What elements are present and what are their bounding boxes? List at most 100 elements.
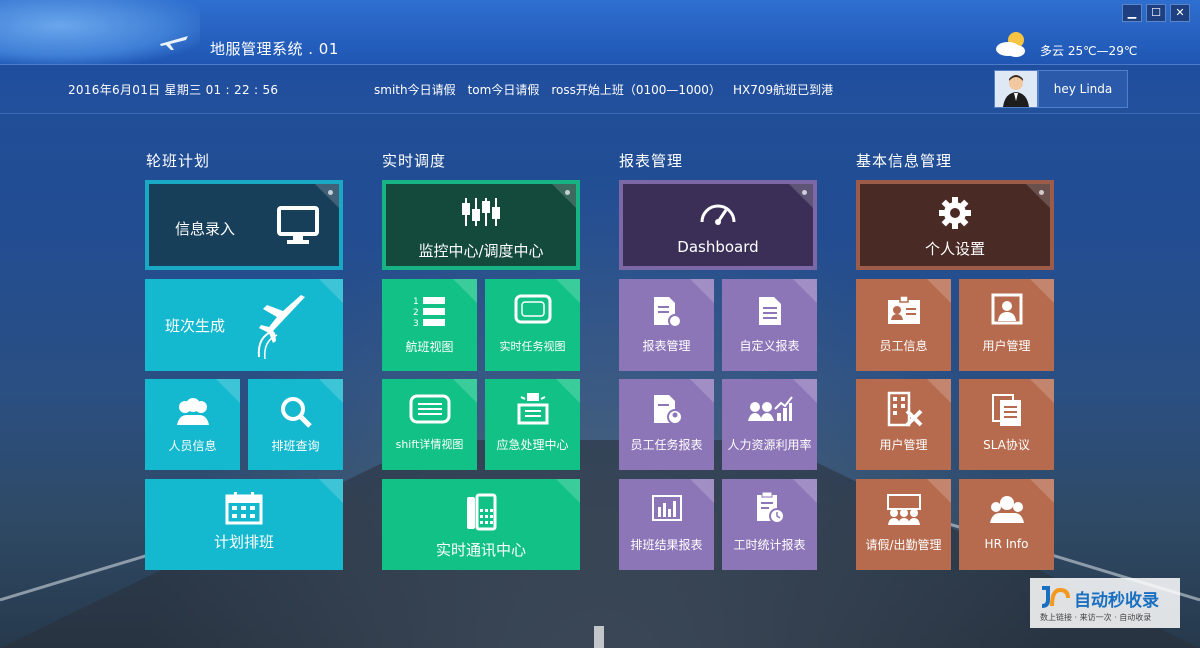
section-title-basic-info: 基本信息管理 [856, 152, 953, 170]
notice-ticker: smith今日请假 tom今日请假 ross开始上班（0100—1000） HX… [374, 81, 833, 98]
id-card-icon [887, 295, 920, 324]
tile-report-mgmt[interactable]: 报表管理 [619, 279, 714, 371]
section-title-shift-plan: 轮班计划 [146, 152, 211, 170]
tile-hours-report[interactable]: 工时统计报表 [722, 479, 817, 570]
svg-text:1: 1 [413, 297, 419, 307]
monitor-icon [277, 206, 319, 244]
documents-icon [991, 394, 1021, 426]
tile-hr-usage[interactable]: 人力资源利用率 [722, 379, 817, 470]
tile-plan-schedule[interactable]: 计划排班 [145, 479, 343, 570]
tile-personal-settings[interactable]: 个人设置 [856, 180, 1054, 270]
tile-label: 人力资源利用率 [727, 438, 812, 452]
weather-widget: 多云 25℃—29℃ [992, 28, 1137, 59]
notice-item: HX709航班已到港 [732, 83, 834, 97]
tile-label: 信息录入 [175, 220, 236, 238]
tile-label: 报表管理 [642, 339, 691, 353]
users-icon [176, 398, 209, 425]
tile-label: 计划排班 [213, 533, 274, 551]
tile-task-view[interactable]: 实时任务视图 [485, 279, 580, 371]
document-icon [758, 297, 781, 325]
gear-icon [939, 197, 971, 229]
tile-flight-view[interactable]: 1 2 3 航班视图 [382, 279, 477, 371]
tile-label: 个人设置 [924, 240, 985, 258]
tile-dot [1039, 190, 1044, 195]
tile-label: Dashboard [677, 238, 759, 256]
tile-employee-info[interactable]: 员工信息 [856, 279, 951, 371]
tile-staff-info[interactable]: 人员信息 [145, 379, 240, 470]
minimize-button[interactable]: ▁ [1122, 4, 1142, 22]
tile-shift-result-report[interactable]: 排班结果报表 [619, 479, 714, 570]
calendar-icon [225, 492, 263, 525]
title-bar: 地服管理系统 . 01 ▁ ☐ ✕ 多云 25℃—29℃ [0, 0, 1200, 64]
tile-label: 实时任务视图 [499, 340, 566, 353]
tile-label: 航班视图 [405, 340, 454, 354]
tile-user-mgmt-2[interactable]: 用户管理 [856, 379, 951, 470]
tile-dot [802, 190, 807, 195]
avatar[interactable] [994, 70, 1038, 108]
section-title-reports: 报表管理 [619, 152, 684, 170]
tile-staff-task-report[interactable]: 员工任务报表 [619, 379, 714, 470]
tile-label: 员工信息 [879, 339, 928, 353]
tile-info-entry[interactable]: 信息录入 [145, 180, 343, 270]
svg-text:3: 3 [413, 319, 419, 327]
tile-label: 用户管理 [982, 339, 1031, 353]
partly-cloudy-icon [996, 31, 1025, 57]
tile-sla[interactable]: SLA协议 [959, 379, 1054, 470]
tile-emergency[interactable]: 应急处理中心 [485, 379, 580, 470]
window-controls: ▁ ☐ ✕ [1122, 4, 1190, 22]
tile-monitor-center[interactable]: 监控中心/调度中心 [382, 180, 580, 270]
tile-label: 自定义报表 [739, 339, 800, 353]
tile-shift-detail[interactable]: shift详情视图 [382, 379, 477, 470]
team-icon [989, 496, 1024, 523]
tile-label: 班次生成 [165, 317, 226, 335]
tile-label: 工时统计报表 [733, 538, 806, 552]
tile-label: 实时通讯中心 [435, 541, 526, 559]
detail-screen-icon [409, 394, 450, 424]
meeting-icon [886, 494, 921, 525]
people-chart-icon [747, 396, 793, 421]
notice-item: smith今日请假 [374, 83, 456, 97]
building-tools-icon [887, 391, 922, 427]
document-gear-icon [653, 297, 682, 328]
airplane-logo-icon [160, 36, 188, 50]
tile-label: 员工任务报表 [630, 438, 703, 452]
watermark-text: 自动秒收录 [1074, 591, 1159, 611]
equalizer-icon [462, 198, 500, 226]
tile-label: shift详情视图 [395, 438, 464, 451]
watermark-logo: 自动秒收录 数上链接 · 来访一次 · 自动收录 [1030, 578, 1180, 628]
clipboard-clock-icon [756, 491, 785, 524]
user-portrait-icon [991, 293, 1022, 325]
gauge-icon [700, 204, 736, 225]
tile-user-mgmt-1[interactable]: 用户管理 [959, 279, 1054, 371]
tile-dashboard[interactable]: Dashboard [619, 180, 817, 270]
document-user-icon [653, 395, 683, 425]
maximize-button[interactable]: ☐ [1146, 4, 1166, 22]
tile-label: SLA协议 [983, 438, 1030, 452]
tile-label: HR Info [984, 537, 1029, 551]
tile-leave-attendance[interactable]: 请假/出勤管理 [856, 479, 951, 570]
screen-icon [514, 294, 551, 324]
tile-schedule-query[interactable]: 排班查询 [248, 379, 343, 470]
tile-label: 人员信息 [168, 439, 217, 453]
tile-hr-info[interactable]: HR Info [959, 479, 1054, 570]
close-button[interactable]: ✕ [1170, 4, 1190, 22]
tile-dot [328, 190, 333, 195]
app-title: 地服管理系统 . 01 [210, 40, 339, 58]
numbered-list-icon: 1 2 3 [413, 297, 445, 327]
tile-label: 监控中心/调度中心 [418, 242, 544, 260]
tile-label: 排班查询 [271, 439, 320, 453]
tile-label: 排班结果报表 [630, 538, 703, 552]
tile-comm-center[interactable]: 实时通讯中心 [382, 479, 580, 570]
notice-item: tom今日请假 [467, 83, 540, 97]
user-avatar-icon [995, 71, 1037, 107]
search-icon [280, 397, 312, 428]
watermark-subtext: 数上链接 · 来访一次 · 自动收录 [1040, 613, 1152, 622]
notice-item: ross开始上班（0100—1000） [551, 83, 721, 97]
section-title-dispatch: 实时调度 [382, 152, 447, 170]
tile-custom-report[interactable]: 自定义报表 [722, 279, 817, 371]
airplane-takeoff-icon [257, 295, 305, 360]
phone-icon [467, 493, 497, 531]
user-greeting-button[interactable]: hey Linda [1038, 70, 1128, 108]
tile-shift-generate[interactable]: 班次生成 [145, 279, 343, 371]
tile-label: 请假/出勤管理 [865, 538, 942, 552]
